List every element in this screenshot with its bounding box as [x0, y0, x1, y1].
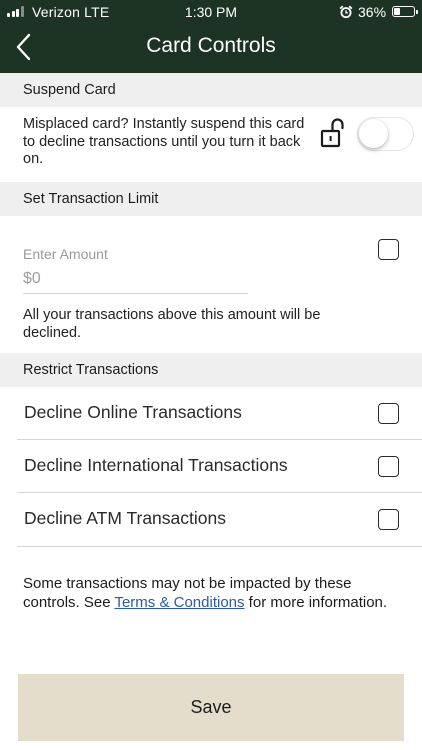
- suspend-toggle[interactable]: [357, 117, 414, 151]
- section-header-restrict: Restrict Transactions: [0, 353, 422, 387]
- checkbox-international[interactable]: [378, 456, 399, 477]
- alarm-clock-icon: [339, 5, 353, 19]
- terms-link[interactable]: Terms & Conditions: [114, 594, 244, 611]
- section-header-limit: Set Transaction Limit: [0, 182, 422, 216]
- restrict-label-atm: Decline ATM Transactions: [24, 508, 226, 528]
- limit-note: All your transactions above this amount …: [23, 307, 321, 341]
- amount-label: Enter Amount: [23, 246, 108, 262]
- amount-input[interactable]: [23, 262, 248, 294]
- status-bar: Verizon LTE 1:30 PM 36%: [0, 0, 422, 24]
- suspend-description: Misplaced card? Instantly suspend this c…: [23, 116, 305, 167]
- toggle-knob: [359, 119, 388, 148]
- restrict-label-online: Decline Online Transactions: [24, 402, 242, 422]
- limit-checkbox[interactable]: [378, 239, 399, 260]
- restrict-row-atm[interactable]: Decline ATM Transactions: [17, 493, 422, 547]
- restrict-row-online[interactable]: Decline Online Transactions: [17, 387, 422, 440]
- save-button[interactable]: Save: [18, 674, 404, 741]
- battery-icon: [392, 6, 418, 17]
- checkbox-atm[interactable]: [378, 509, 399, 530]
- unlock-icon: [320, 118, 344, 148]
- restrict-label-international: Decline International Transactions: [24, 455, 288, 475]
- footer-note: Some transactions may not be impacted by…: [23, 575, 403, 612]
- section-header-suspend: Suspend Card: [0, 73, 422, 107]
- restrict-row-international[interactable]: Decline International Transactions: [17, 440, 422, 493]
- nav-bar: Card Controls: [0, 24, 422, 73]
- footer-text-after: for more information.: [244, 593, 388, 611]
- checkbox-online[interactable]: [378, 403, 399, 424]
- page-title: Card Controls: [146, 34, 276, 57]
- top-bar: Verizon LTE 1:30 PM 36% Card Controls: [0, 0, 422, 73]
- battery-percent: 36%: [358, 4, 387, 20]
